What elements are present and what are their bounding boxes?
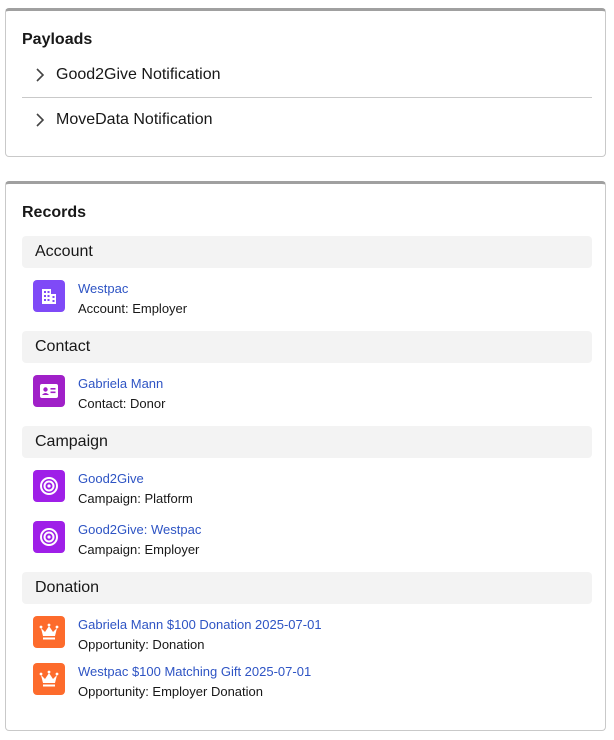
records-title: Records [22,204,87,221]
record-subtitle: Account: Employer [78,301,188,316]
record-subtitle: Contact: Donor [78,396,166,411]
crown-icon [33,663,65,695]
record-link-gabriela-mann-donation[interactable]: Gabriela Mann $100 Donation 2025-07-01 [78,617,322,632]
record-link-gabriela-mann[interactable]: Gabriela Mann [78,376,163,391]
section-header-contact: Contact [22,331,592,363]
payload-item-label: MoveData Notification [56,111,213,128]
record-link-good2give-westpac[interactable]: Good2Give: Westpac [78,522,201,537]
record-subtitle: Opportunity: Donation [78,637,205,652]
crown-icon [33,616,65,648]
chevron-right-icon [34,68,46,82]
record-subtitle: Opportunity: Employer Donation [78,684,263,699]
building-icon [33,280,65,312]
records-card: Records Account Westpac Account: Employe… [5,181,606,731]
contact-card-icon [33,375,65,407]
section-header-campaign: Campaign [22,426,592,458]
record-subtitle: Campaign: Employer [78,542,200,557]
record-item: Gabriela Mann $100 Donation 2025-07-01 O… [33,616,593,656]
section-header-account: Account [22,236,592,268]
record-link-good2give[interactable]: Good2Give [78,471,144,486]
chevron-right-icon [34,113,46,127]
record-link-westpac[interactable]: Westpac [78,281,128,296]
record-subtitle: Campaign: Platform [78,491,193,506]
payload-item-good2give-notification[interactable]: Good2Give Notification [22,53,592,97]
record-link-westpac-matching-gift[interactable]: Westpac $100 Matching Gift 2025-07-01 [78,664,311,679]
payload-item-label: Good2Give Notification [56,66,221,83]
payloads-title: Payloads [22,31,93,48]
target-icon [33,470,65,502]
record-item: Westpac Account: Employer [33,280,593,320]
record-item: Gabriela Mann Contact: Donor [33,375,593,415]
record-item: Westpac $100 Matching Gift 2025-07-01 Op… [33,663,593,703]
record-item: Good2Give Campaign: Platform [33,470,593,510]
payloads-card: Payloads Good2Give Notification MoveData… [5,8,606,157]
record-item: Good2Give: Westpac Campaign: Employer [33,521,593,561]
target-icon [33,521,65,553]
section-header-donation: Donation [22,572,592,604]
payload-item-movedata-notification[interactable]: MoveData Notification [22,98,592,142]
